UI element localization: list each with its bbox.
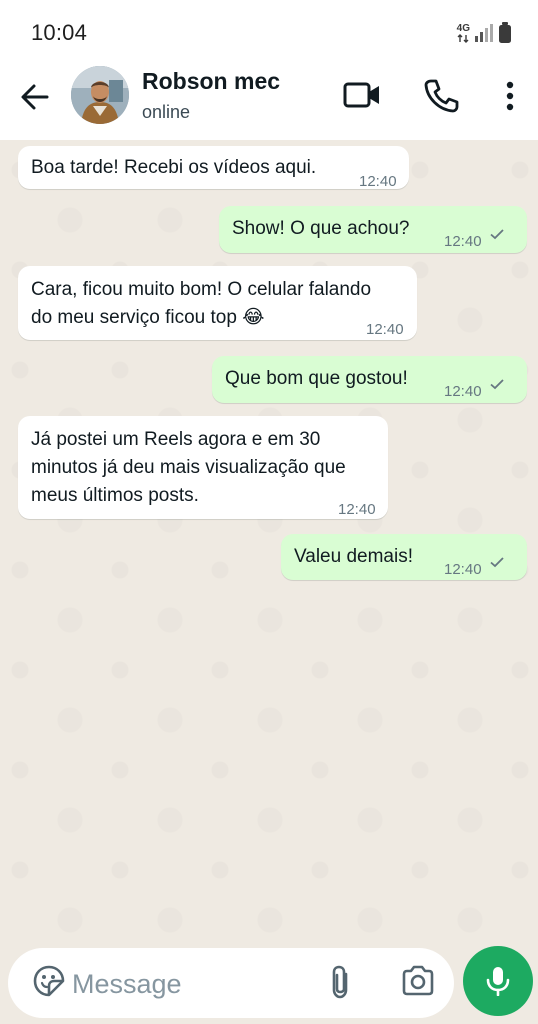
voice-call-button[interactable]	[421, 76, 461, 114]
message-bubble-incoming[interactable]: Cara, ficou muito bom! O celular falando…	[18, 266, 417, 340]
message-bubble-outgoing[interactable]: Que bom que gostou! 12:40	[212, 356, 527, 403]
single-check-icon	[490, 379, 504, 390]
data-arrows-icon	[457, 33, 469, 43]
status-bar: 10:04 4G	[0, 0, 538, 62]
contact-status: online	[142, 102, 191, 122]
avatar-image	[71, 66, 129, 124]
message-time: 12:40	[444, 561, 482, 578]
message-bubble-outgoing[interactable]: Valeu demais! 12:40	[281, 534, 527, 580]
message-time: 12:40	[359, 173, 397, 190]
video-call-button[interactable]	[342, 78, 382, 112]
chat-area[interactable]: Boa tarde! Recebi os vídeos aqui. 12:40 …	[0, 140, 538, 940]
message-time: 12:40	[338, 501, 376, 518]
message-bubble-outgoing[interactable]: Show! O que achou? 12:40	[219, 206, 527, 253]
more-options-button[interactable]	[496, 78, 524, 114]
camera-icon	[402, 965, 434, 996]
message-text: minutos já deu mais visualização que	[31, 457, 346, 478]
single-check-icon	[490, 557, 504, 568]
message-text: Valeu demais!	[294, 546, 413, 567]
paperclip-icon	[332, 965, 348, 999]
network-type-icon: 4G	[457, 23, 470, 43]
video-camera-icon	[343, 82, 379, 108]
more-vertical-icon	[506, 81, 514, 111]
sticker-emoji-icon	[33, 965, 65, 997]
message-text: do meu serviço ficou top 😂	[31, 307, 265, 328]
message-composer	[8, 948, 454, 1018]
message-bubble-incoming[interactable]: Já postei um Reels agora e em 30 minutos…	[18, 416, 388, 519]
message-bubble-incoming[interactable]: Boa tarde! Recebi os vídeos aqui. 12:40	[18, 146, 409, 190]
message-time: 12:40	[444, 383, 482, 400]
message-time: 12:40	[366, 321, 404, 338]
signal-icon	[475, 24, 493, 42]
attach-button[interactable]	[326, 964, 356, 1000]
phone-icon	[424, 79, 459, 113]
voice-message-button[interactable]	[463, 946, 533, 1016]
microphone-icon	[486, 967, 510, 996]
message-time: 12:40	[444, 233, 482, 250]
message-text: Já postei um Reels agora e em 30	[31, 429, 321, 450]
message-input[interactable]	[72, 964, 302, 1004]
message-text: Show! O que achou?	[232, 218, 410, 239]
chat-header: Robson mec online	[0, 62, 538, 140]
single-check-icon	[490, 229, 504, 240]
message-text: Que bom que gostou!	[225, 368, 408, 389]
avatar[interactable]	[71, 66, 129, 124]
status-icons: 4G	[457, 20, 512, 46]
camera-button[interactable]	[400, 964, 436, 998]
message-text: Boa tarde! Recebi os vídeos aqui.	[31, 157, 317, 178]
back-button[interactable]	[18, 80, 52, 114]
emoji-button[interactable]	[32, 964, 66, 998]
battery-icon	[499, 22, 511, 43]
contact-name[interactable]: Robson mec	[142, 68, 280, 95]
message-text: meus últimos posts.	[31, 485, 199, 506]
arrow-left-icon	[21, 84, 49, 110]
status-time: 10:04	[31, 20, 88, 45]
message-text: Cara, ficou muito bom! O celular falando	[31, 279, 372, 300]
